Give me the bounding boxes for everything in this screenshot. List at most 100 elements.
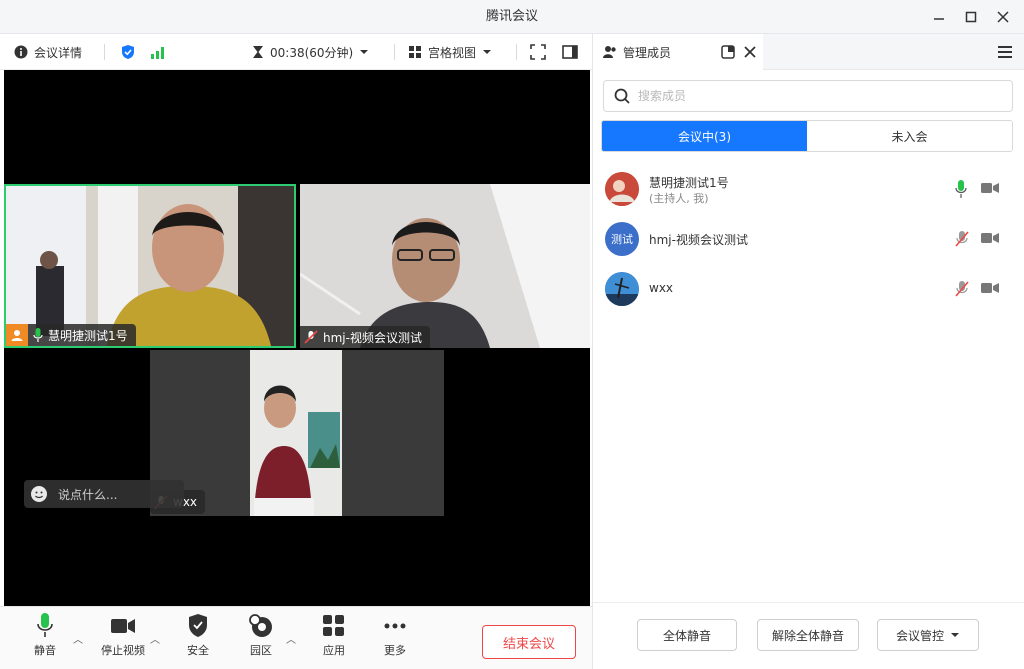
stop-video-button[interactable]: 停止视频 (98, 613, 148, 658)
apps-grid-icon (323, 615, 344, 636)
chat-placeholder: 说点什么... (58, 487, 118, 502)
hourglass-icon (253, 46, 263, 58)
member-row[interactable]: 慧明捷测试1号 (主持人, 我) (603, 168, 1013, 212)
apps-button[interactable]: 应用 (309, 613, 359, 658)
panel-header: 管理成员 (593, 34, 1024, 70)
apps-label: 应用 (323, 644, 345, 657)
video-tile-participant[interactable]: hmj-视频会议测试 (300, 184, 590, 348)
member-search-input[interactable] (638, 89, 998, 103)
meeting-control-label: 会议管控 (895, 628, 944, 643)
toolbar-divider (516, 44, 517, 60)
maximize-button[interactable] (960, 6, 982, 28)
info-icon (14, 45, 28, 59)
window-title: 腾讯会议 (485, 9, 538, 24)
security-label: 安全 (187, 644, 209, 657)
video-tile-host[interactable]: 慧明捷测试1号 (4, 184, 296, 348)
member-row[interactable]: 测试 hmj-视频会议测试 (603, 218, 1013, 262)
avatar (605, 172, 639, 206)
rooms-icon (249, 614, 272, 637)
mute-all-button[interactable]: 全体静音 (637, 619, 737, 651)
emoji-icon (31, 486, 47, 502)
mute-options-caret-icon[interactable]: ︿ (73, 631, 83, 646)
avatar-text: 测试 (611, 233, 633, 246)
members-icon (603, 46, 616, 58)
close-icon (997, 11, 1009, 23)
member-mic-muted-icon[interactable] (955, 280, 969, 301)
sidebar-toggle-icon (562, 45, 578, 59)
caret-down-icon (951, 633, 959, 637)
mute-button[interactable]: 静音 (20, 613, 70, 658)
close-button[interactable] (992, 6, 1014, 28)
member-role: (主持人, 我) (649, 192, 709, 205)
member-camera-icon[interactable] (981, 232, 999, 247)
rooms-options-caret-icon[interactable]: ︿ (286, 631, 296, 646)
mute-label: 静音 (34, 644, 56, 657)
avatar: 测试 (605, 222, 639, 256)
unmute-all-button[interactable]: 解除全体静音 (757, 619, 859, 651)
member-search-box[interactable] (603, 80, 1013, 112)
member-mic-on-icon[interactable] (955, 180, 967, 201)
grid-view-icon (409, 46, 421, 58)
signal-bars-icon (151, 47, 164, 59)
end-meeting-button[interactable]: 结束会议 (482, 625, 576, 659)
participant-name: hmj-视频会议测试 (323, 330, 422, 345)
participant-label: hmj-视频会议测试 (300, 326, 430, 348)
security-status[interactable] (120, 34, 136, 70)
search-icon (614, 88, 630, 104)
view-mode-button[interactable]: 宫格视图 (408, 34, 492, 70)
sidebar-toggle-button[interactable] (562, 34, 578, 70)
meeting-controls: 静音 ︿ 停止视频 ︿ 安全 园区 ︿ 应用 更多 结束会议 (0, 606, 592, 669)
toolbar-divider (394, 44, 395, 60)
tab-in-meeting[interactable]: 会议中(3) (602, 121, 807, 151)
quick-chat-input[interactable]: 说点什么... (24, 480, 184, 508)
participant-video (300, 184, 590, 348)
view-mode-label: 宫格视图 (428, 45, 477, 60)
video-options-caret-icon[interactable]: ︿ (150, 631, 160, 646)
title-bar: 腾讯会议 (0, 0, 1024, 34)
video-grid: 慧明捷测试1号 hmj-视频会议测试 wxx 说点什么... (4, 70, 590, 606)
member-row[interactable]: wxx (603, 268, 1013, 312)
member-camera-icon[interactable] (981, 282, 999, 297)
meeting-control-button[interactable]: 会议管控 (877, 619, 979, 651)
popout-button[interactable] (721, 45, 735, 62)
panel-footer: 全体静音 解除全体静音 会议管控 (593, 602, 1024, 669)
rooms-label: 园区 (250, 644, 272, 657)
shield-check-icon (122, 45, 134, 59)
video-camera-icon (111, 619, 135, 633)
member-camera-icon[interactable] (981, 182, 999, 197)
member-name: 慧明捷测试1号 (649, 176, 729, 190)
video-toolbar: 会议详情 00:38(60分钟) 宫格视图 (0, 34, 592, 70)
members-panel: 管理成员 会议中(3) 未入会 慧明捷测试1号 (主持人, 我) (592, 34, 1024, 669)
panel-tab-label: 管理成员 (623, 45, 672, 60)
hamburger-menu-icon (998, 46, 1012, 58)
panel-menu-button[interactable] (997, 45, 1013, 62)
close-panel-button[interactable] (743, 45, 757, 62)
stop-video-label: 停止视频 (101, 644, 145, 657)
fullscreen-icon (530, 44, 546, 60)
security-button[interactable]: 安全 (173, 613, 223, 658)
tab-not-joined[interactable]: 未入会 (807, 121, 1012, 151)
toolbar-divider (104, 44, 105, 60)
meeting-details-label: 会议详情 (34, 45, 83, 60)
shield-icon (189, 614, 207, 637)
more-button[interactable]: 更多 (370, 613, 420, 658)
caret-down-icon (360, 50, 369, 54)
more-dots-icon (384, 623, 406, 629)
rooms-button[interactable]: 园区 (236, 613, 286, 658)
participant-label: 慧明捷测试1号 (6, 324, 136, 346)
member-mic-muted-icon[interactable] (955, 230, 969, 251)
microphone-icon (37, 613, 53, 637)
minimize-button[interactable] (928, 6, 950, 28)
more-label: 更多 (384, 644, 406, 657)
fullscreen-button[interactable] (530, 34, 546, 70)
tab-manage-members[interactable]: 管理成员 (593, 34, 763, 70)
network-signal[interactable] (150, 34, 166, 70)
minimize-icon (934, 18, 944, 20)
close-icon (744, 46, 756, 58)
meeting-timer[interactable]: 00:38(60分钟) (252, 34, 369, 70)
meeting-details-button[interactable]: 会议详情 (14, 34, 82, 70)
timer-text: 00:38(60分钟) (270, 45, 354, 60)
caret-down-icon (483, 50, 492, 54)
host-badge-icon (6, 324, 28, 346)
avatar (605, 272, 639, 306)
